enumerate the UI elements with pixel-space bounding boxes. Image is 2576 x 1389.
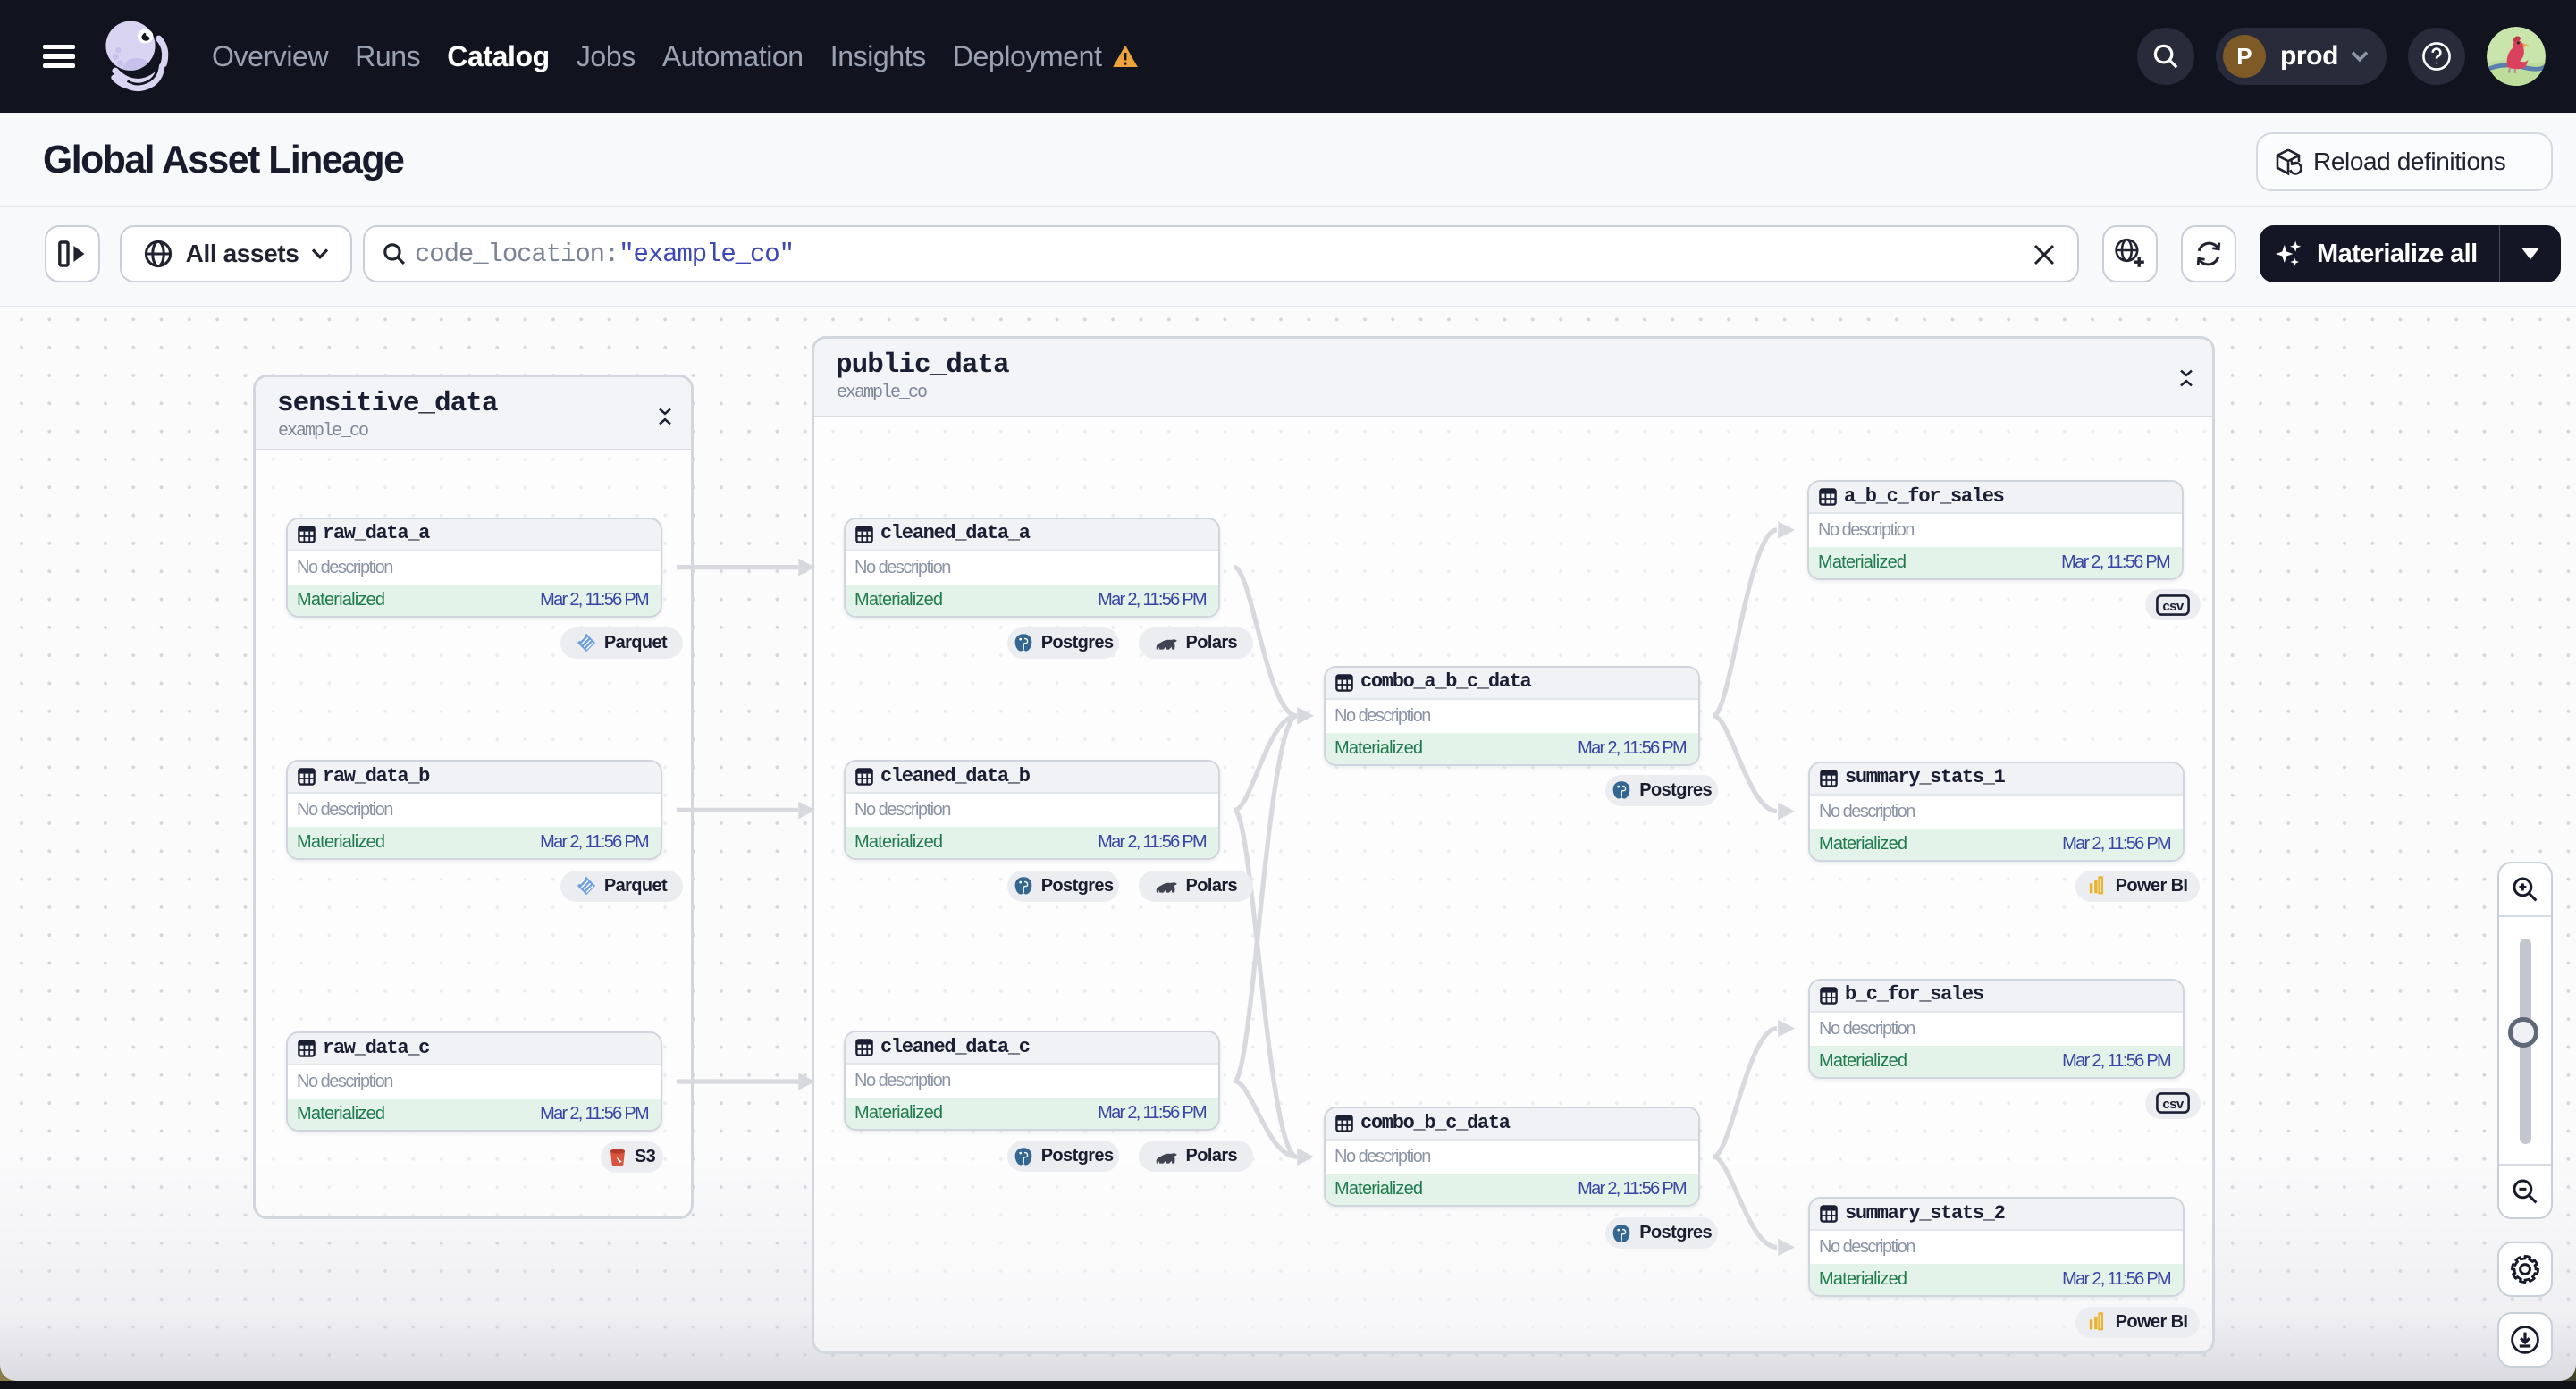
svg-text:csv: csv [2162, 1097, 2184, 1112]
svg-text:csv: csv [2162, 599, 2184, 614]
